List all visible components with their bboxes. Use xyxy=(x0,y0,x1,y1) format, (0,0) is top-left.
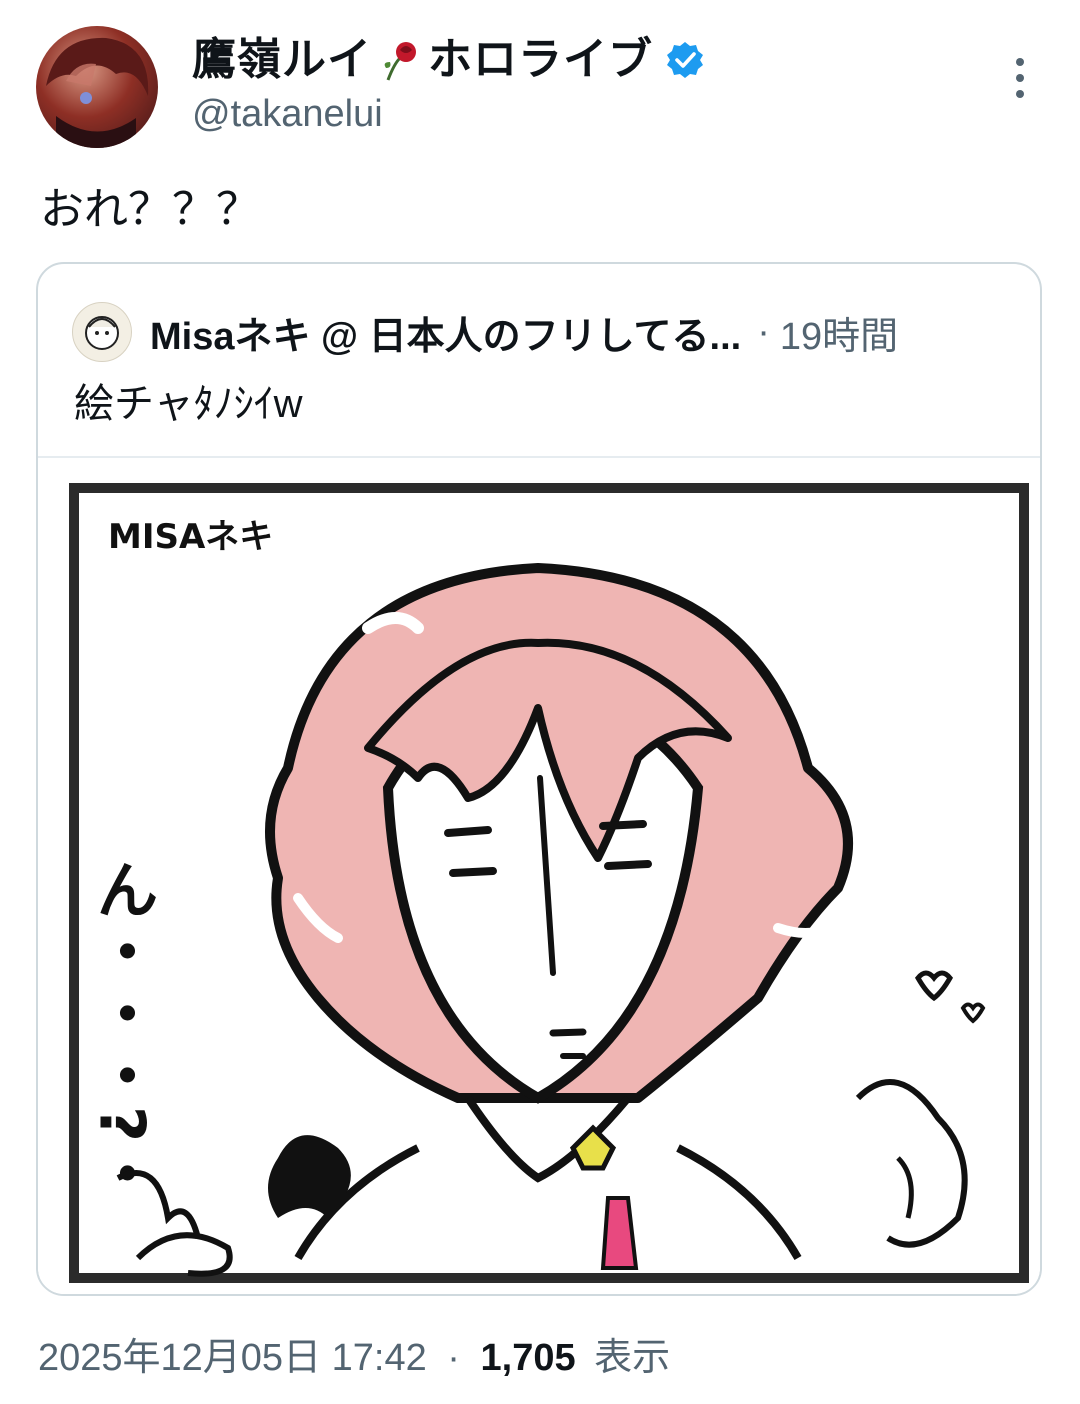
quote-media-image[interactable]: MISAネキ ん・・・?・ xyxy=(38,458,1040,1294)
quote-text: 絵チャﾀﾉｼｲw xyxy=(74,382,303,426)
tweet-timestamp[interactable]: 2025年12月05日 17:42 xyxy=(38,1337,427,1379)
author-avatar[interactable] xyxy=(36,26,158,148)
avatar-image xyxy=(46,37,149,148)
quote-author-name[interactable]: Misaネキ @ 日本人のフリしてる... xyxy=(150,305,741,360)
quote-author-avatar[interactable] xyxy=(72,302,132,362)
author-block: 鷹嶺ルイ ホロライブ @takanelui xyxy=(192,34,705,136)
display-name[interactable]: 鷹嶺ルイ xyxy=(192,34,372,86)
views-count: 1,705 xyxy=(480,1337,576,1379)
verified-badge-icon xyxy=(665,40,705,80)
quote-time[interactable]: 19時間 xyxy=(780,305,898,360)
tweet-text: おれ？？？ xyxy=(40,185,260,234)
rose-icon xyxy=(380,38,420,82)
views-label: 表示 xyxy=(594,1337,671,1379)
drawing-caption: MISAネキ xyxy=(108,517,273,557)
author-handle[interactable]: @takanelui xyxy=(192,92,705,136)
more-options-icon[interactable] xyxy=(1004,54,1036,102)
display-name-suffix[interactable]: ホロライブ xyxy=(428,34,653,86)
quote-header: Misaネキ @ 日本人のフリしてる... · 19時間 xyxy=(72,302,898,362)
name-row: 鷹嶺ルイ ホロライブ xyxy=(192,34,705,86)
footer-separator: · xyxy=(447,1337,460,1379)
drawing-side-text: ん・・・?・ xyxy=(86,858,159,1204)
quote-separator: · xyxy=(757,310,770,353)
quoted-tweet-card[interactable]: Misaネキ @ 日本人のフリしてる... · 19時間 絵チャﾀﾉｼｲw MI… xyxy=(36,262,1042,1296)
tweet-meta: 2025年12月05日 17:42 · 1,705 表示 xyxy=(38,1326,670,1381)
